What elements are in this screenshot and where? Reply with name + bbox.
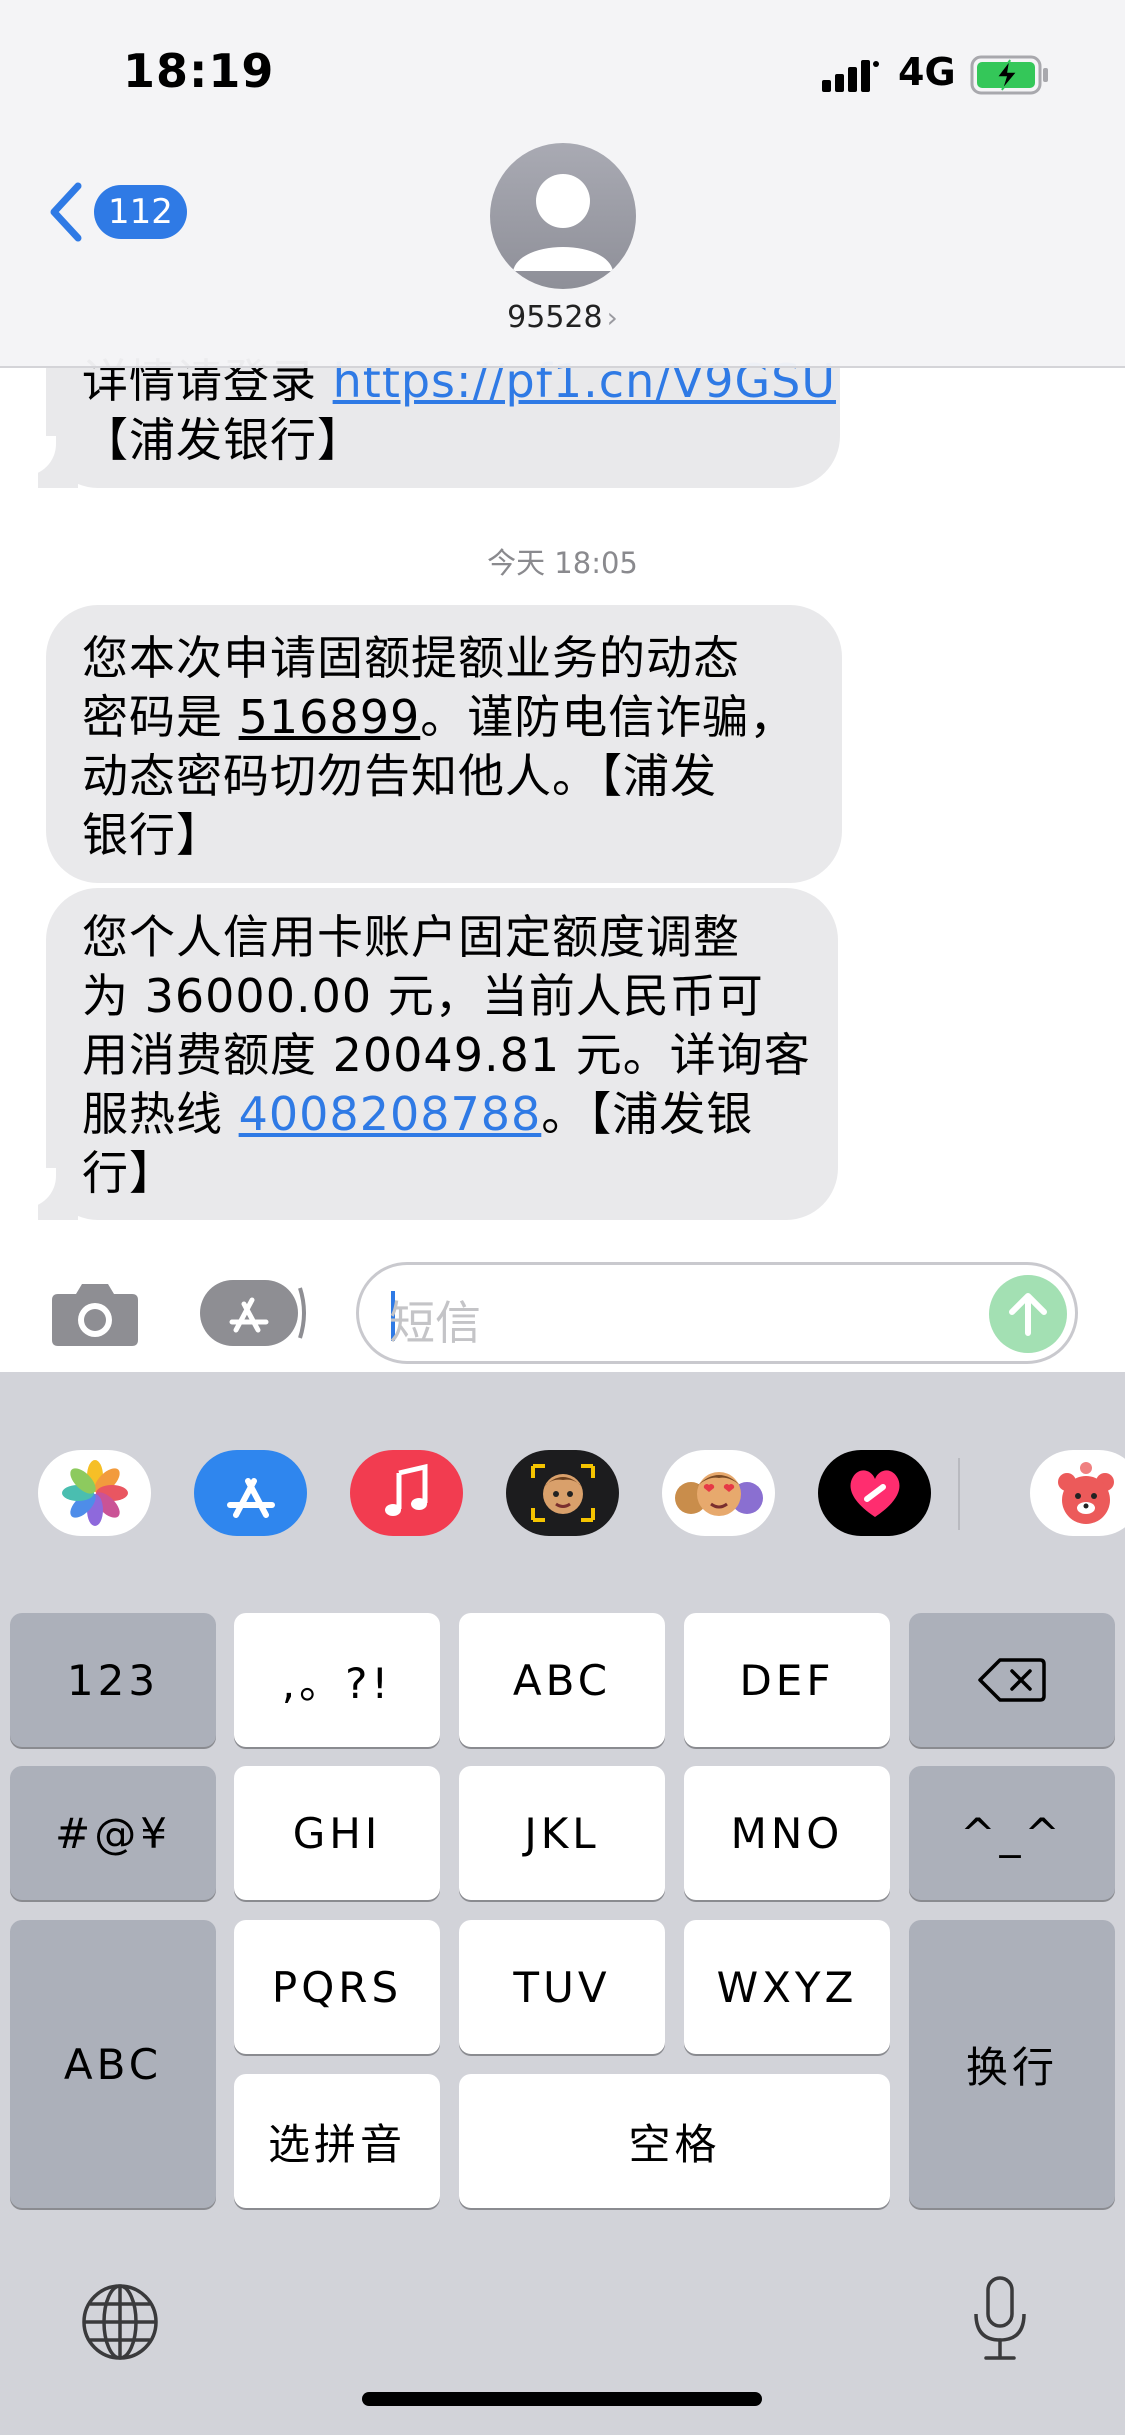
key-mno[interactable]: MNO bbox=[684, 1766, 890, 1900]
conversation-header: 18:19 4G 112 95528 › bbox=[0, 0, 1125, 368]
app-drawer-divider bbox=[958, 1458, 960, 1530]
message-timestamp: 今天 18:05 bbox=[487, 546, 638, 580]
person-icon bbox=[513, 174, 613, 271]
music-app-button[interactable] bbox=[350, 1450, 463, 1536]
unread-count-badge: 112 bbox=[94, 185, 187, 239]
key-wxyz[interactable]: WXYZ bbox=[684, 1920, 890, 2054]
animoji-stickers-app-button[interactable] bbox=[662, 1450, 775, 1536]
digital-touch-app-button[interactable] bbox=[818, 1450, 931, 1536]
bear-icon bbox=[1058, 1462, 1114, 1524]
message-text: 。谨防电信诈骗， bbox=[420, 690, 797, 744]
message-input[interactable]: 短信 bbox=[356, 1262, 1078, 1364]
bear-sticker-app-button[interactable] bbox=[1030, 1450, 1125, 1536]
app-store-icon bbox=[226, 1478, 275, 1518]
return-key[interactable]: 换行 bbox=[909, 1920, 1115, 2208]
heart-icon bbox=[850, 1470, 899, 1517]
battery-charging-icon bbox=[970, 55, 1048, 95]
photos-app-button[interactable] bbox=[38, 1450, 151, 1536]
message-bubble[interactable]: 您个人信用卡账户固定额度调整 为 36000.00 元，当前人民币可 用消费额度… bbox=[46, 888, 838, 1220]
memoji-app-button[interactable] bbox=[506, 1450, 619, 1536]
message-text: 行】 bbox=[82, 1146, 176, 1200]
back-button[interactable]: 112 bbox=[48, 182, 187, 242]
app-store-icon bbox=[200, 1280, 306, 1346]
status-time: 18:19 bbox=[123, 44, 275, 98]
arrow-up-icon bbox=[1009, 1293, 1047, 1336]
key-def[interactable]: DEF bbox=[684, 1613, 890, 1747]
camera-icon[interactable] bbox=[50, 1278, 140, 1348]
message-text: 用消费额度 20049.81 元。详询客 bbox=[82, 1028, 811, 1082]
bubble-tail bbox=[16, 1168, 78, 1220]
key-punctuation[interactable]: ,。?! bbox=[234, 1613, 440, 1747]
key-emoticon[interactable]: ^_^ bbox=[909, 1766, 1115, 1900]
music-note-icon bbox=[384, 1463, 427, 1516]
delete-backspace-icon bbox=[978, 1658, 1046, 1702]
key-abc[interactable]: ABC bbox=[459, 1613, 665, 1747]
message-text: 您个人信用卡账户固定额度调整 bbox=[82, 910, 740, 964]
contact-avatar[interactable] bbox=[490, 143, 636, 289]
contact-name[interactable]: 95528 › bbox=[0, 300, 1125, 335]
key-ghi[interactable]: GHI bbox=[234, 1766, 440, 1900]
delete-key[interactable] bbox=[909, 1613, 1115, 1747]
send-button[interactable] bbox=[989, 1275, 1067, 1353]
key-symbols[interactable]: #@¥ bbox=[10, 1766, 216, 1900]
message-text: 为 36000.00 元，当前人民币可 bbox=[82, 969, 764, 1023]
key-tuv[interactable]: TUV bbox=[459, 1920, 665, 2054]
home-indicator[interactable] bbox=[362, 2392, 762, 2406]
message-text: 您本次申请固额提额业务的动态 bbox=[82, 631, 740, 685]
space-key[interactable]: 空格 bbox=[459, 2074, 890, 2208]
app-store-button[interactable] bbox=[200, 1278, 306, 1348]
key-123[interactable]: 123 bbox=[10, 1613, 216, 1747]
microphone-icon[interactable] bbox=[970, 2274, 1030, 2364]
memoji-icon bbox=[530, 1464, 595, 1522]
message-text: 密码是 bbox=[82, 690, 239, 744]
verification-code[interactable]: 516899 bbox=[239, 690, 421, 744]
cellular-signal-icon bbox=[822, 60, 879, 92]
photos-icon bbox=[61, 1460, 128, 1526]
message-text: 。【浦发银 bbox=[541, 1087, 754, 1141]
globe-icon[interactable] bbox=[80, 2282, 160, 2362]
message-text: 动态密码切勿告知他人。【浦发 bbox=[82, 749, 717, 803]
network-type: 4G bbox=[898, 50, 956, 94]
message-bubble[interactable]: 您本次申请固额提额业务的动态 密码是 516899。谨防电信诈骗， 动态密码切勿… bbox=[46, 605, 842, 883]
app-store-app-button[interactable] bbox=[194, 1450, 307, 1536]
message-text: 银行】 bbox=[82, 808, 223, 862]
key-pinyin-select[interactable]: 选拼音 bbox=[234, 2074, 440, 2208]
message-input-placeholder: 短信 bbox=[389, 1296, 481, 1350]
keyboard: 123 ,。?! ABC DEF #@¥ GHI JKL MNO ^_^ ABC… bbox=[0, 1372, 1125, 2435]
key-pqrs[interactable]: PQRS bbox=[234, 1920, 440, 2054]
contact-name-label: 95528 bbox=[507, 300, 603, 335]
chevron-left-icon bbox=[50, 182, 82, 242]
bubble-tail bbox=[16, 436, 78, 488]
chevron-right-icon: › bbox=[606, 301, 618, 334]
emoji-stickers-icon bbox=[674, 1472, 763, 1516]
phone-link[interactable]: 4008208788 bbox=[239, 1087, 542, 1141]
key-jkl[interactable]: JKL bbox=[459, 1766, 665, 1900]
message-text: 服热线 bbox=[82, 1087, 239, 1141]
message-text: 【浦发银行】 bbox=[82, 413, 364, 467]
key-abc-switch[interactable]: ABC bbox=[10, 1920, 216, 2208]
